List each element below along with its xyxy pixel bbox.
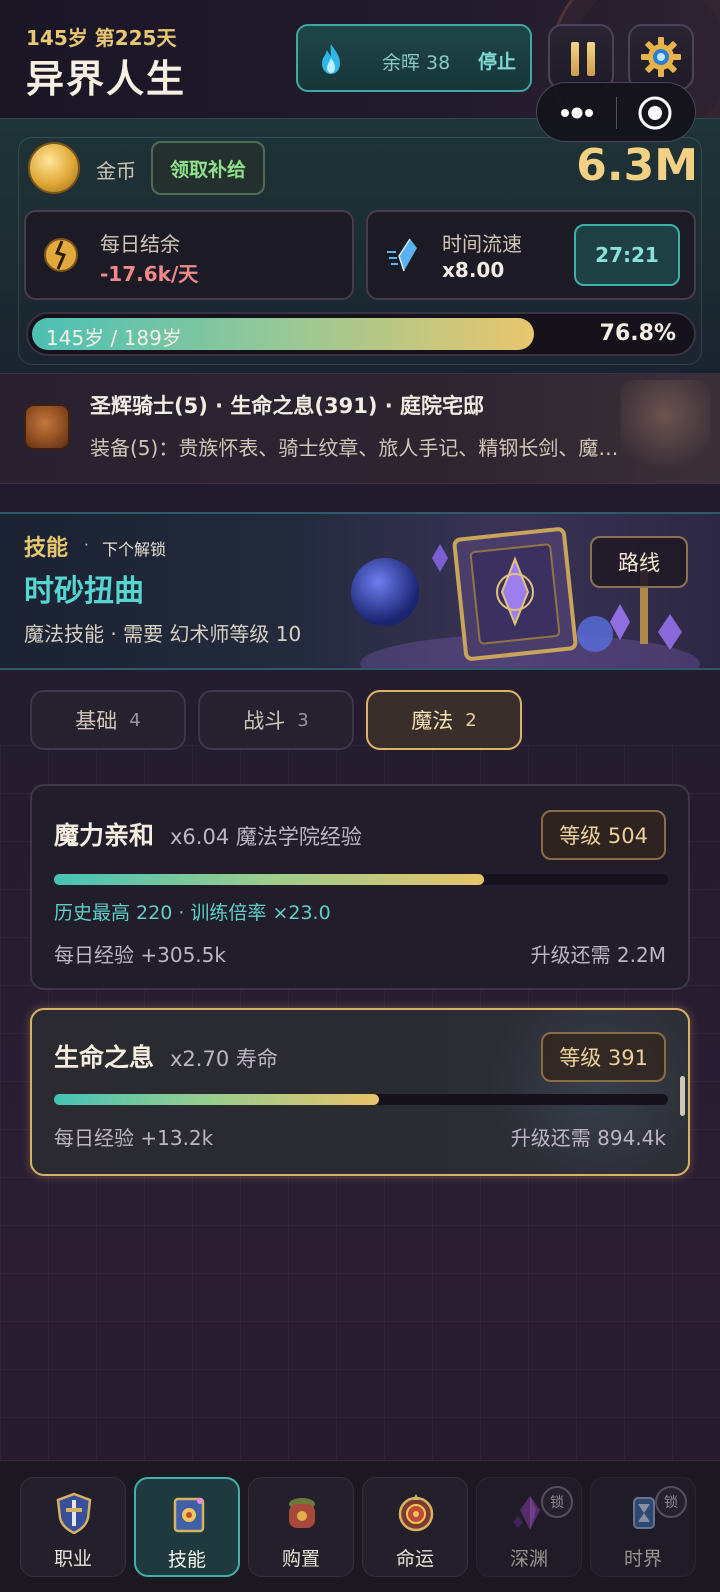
daily-balance-value: -17.6k/天 (100, 262, 199, 286)
fate-compass-icon (398, 1494, 434, 1532)
nav-label: 时界 (623, 1548, 662, 1570)
lock-icon: 锁 (655, 1486, 687, 1518)
nav-label: 命运 (395, 1548, 434, 1570)
lifespan-text: 145岁 / 189岁 (46, 326, 182, 350)
next-skill-requirement: 魔法技能 · 需要 幻术师等级 10 (24, 622, 302, 646)
scrollbar-thumb[interactable] (680, 1076, 685, 1116)
tab-count: 4 (129, 709, 141, 731)
tab-label: 战斗 (243, 709, 286, 733)
time-speed-title: 时间流速 (442, 232, 522, 256)
app-title: 异界人生 (26, 57, 187, 101)
skill-level-badge: 等级 504 (541, 810, 666, 860)
nav-skills[interactable]: 技能 (134, 1477, 240, 1577)
skill-exp-to-next: 升级还需 2.2M (530, 943, 666, 967)
tab-magic[interactable]: 魔法 2 (366, 690, 522, 750)
skill-book-icon (173, 1497, 205, 1533)
skill-history-label: 历史最高 220 · 训练倍率 ×23.0 (54, 902, 331, 924)
purchase-bag-icon (289, 1498, 315, 1528)
tab-label: 魔法 (411, 709, 454, 733)
nav-label: 技能 (167, 1549, 206, 1571)
skill-progress-fill (54, 874, 484, 885)
equipment-list: 装备(5)：贵族怀表、骑士纹章、旅人手记、精钢长剑、魔… (90, 436, 619, 460)
flame-icon (322, 44, 340, 74)
tab-label: 基础 (75, 709, 118, 733)
afterglow-control[interactable]: 余晖 38 停止 (296, 24, 532, 92)
skill-multiplier: x6.04 魔法学院经验 (170, 825, 362, 849)
nav-abyss[interactable]: 深渊 锁 (476, 1477, 582, 1577)
class-shield-icon (56, 1492, 92, 1534)
skill-card-life-breath[interactable]: 生命之息 x2.70 寿命 等级 391 每日经验 +13.2k 升级还需 89… (30, 1008, 690, 1176)
afterglow-label: 余晖 38 (382, 52, 451, 74)
banner-separator: · (84, 536, 89, 554)
time-speed-value: x8.00 (442, 258, 505, 282)
nav-fate[interactable]: 命运 (362, 1477, 468, 1577)
speed-timer-button[interactable]: 27:21 (574, 224, 680, 286)
bottom-navigation: 职业 技能 购置 命运 深渊 锁 时界 锁 (0, 1460, 720, 1592)
close-target-icon[interactable] (617, 83, 697, 143)
tab-basic[interactable]: 基础 4 (30, 690, 186, 750)
lifespan-progress-bar: 145岁 / 189岁 76.8% (26, 312, 696, 356)
lock-icon: 锁 (541, 1486, 573, 1518)
coin-label: 金币 (96, 159, 136, 183)
gold-amount: 6.3M (576, 140, 698, 191)
skill-name: 魔力亲和 (54, 821, 155, 850)
character-titles: 圣辉骑士(5) · 生命之息(391) · 庭院宅邸 (90, 394, 485, 418)
tab-combat[interactable]: 战斗 3 (198, 690, 354, 750)
backpack-icon (24, 404, 70, 450)
more-dots-icon[interactable] (537, 83, 617, 143)
settings-button[interactable] (628, 24, 694, 90)
nav-label: 购置 (281, 1548, 320, 1570)
crystal-speed-icon (387, 238, 417, 272)
gold-coin-icon (28, 142, 80, 194)
skill-name: 生命之息 (54, 1043, 155, 1072)
skill-level-badge: 等级 391 (541, 1032, 666, 1082)
skill-multiplier: x2.70 寿命 (170, 1047, 278, 1071)
time-speed-box: 时间流速 x8.00 27:21 (366, 210, 696, 300)
broken-coin-icon (44, 238, 78, 272)
skill-progress-bar (54, 874, 668, 885)
next-unlock-label: 下个解锁 (102, 540, 167, 559)
skill-daily-exp: 每日经验 +13.2k (54, 1126, 214, 1150)
skill-daily-exp: 每日经验 +305.5k (54, 943, 226, 967)
pause-icon (571, 42, 579, 76)
miniprogram-capsule (536, 82, 696, 142)
route-button[interactable]: 路线 (590, 536, 688, 588)
skill-progress-bar (54, 1094, 668, 1105)
lifespan-percent: 76.8% (599, 321, 676, 346)
nav-time-realm[interactable]: 时界 锁 (590, 1477, 696, 1577)
gear-icon (641, 37, 681, 77)
stop-button[interactable]: 停止 (478, 47, 516, 74)
daily-balance-title: 每日结余 (100, 232, 180, 256)
tab-count: 2 (465, 709, 477, 731)
nav-purchase[interactable]: 购置 (248, 1477, 354, 1577)
skill-progress-fill (54, 1094, 380, 1105)
pause-button[interactable] (548, 24, 614, 90)
claim-supplies-button[interactable]: 领取补给 (151, 141, 265, 195)
daily-balance-box: 每日结余 -17.6k/天 (24, 210, 354, 300)
character-summary-row[interactable]: 圣辉骑士(5) · 生命之息(391) · 庭院宅邸 装备(5)：贵族怀表、骑士… (0, 374, 720, 484)
pause-icon-bar (587, 42, 595, 76)
tab-count: 3 (297, 709, 309, 731)
skills-section-label: 技能 (24, 536, 69, 561)
age-day-label: 145岁 第225天 (26, 26, 177, 50)
skill-card-mana-affinity[interactable]: 魔力亲和 x6.04 魔法学院经验 等级 504 历史最高 220 · 训练倍率… (30, 784, 690, 990)
character-portrait (620, 380, 710, 480)
nav-class[interactable]: 职业 (20, 1477, 126, 1577)
next-skill-name: 时砂扭曲 (24, 574, 144, 609)
nav-label: 深渊 (509, 1548, 548, 1570)
next-skill-banner: 技能 · 下个解锁 时砂扭曲 魔法技能 · 需要 幻术师等级 10 路线 (0, 512, 720, 670)
nav-label: 职业 (53, 1548, 92, 1570)
skill-exp-to-next: 升级还需 894.4k (510, 1126, 666, 1150)
